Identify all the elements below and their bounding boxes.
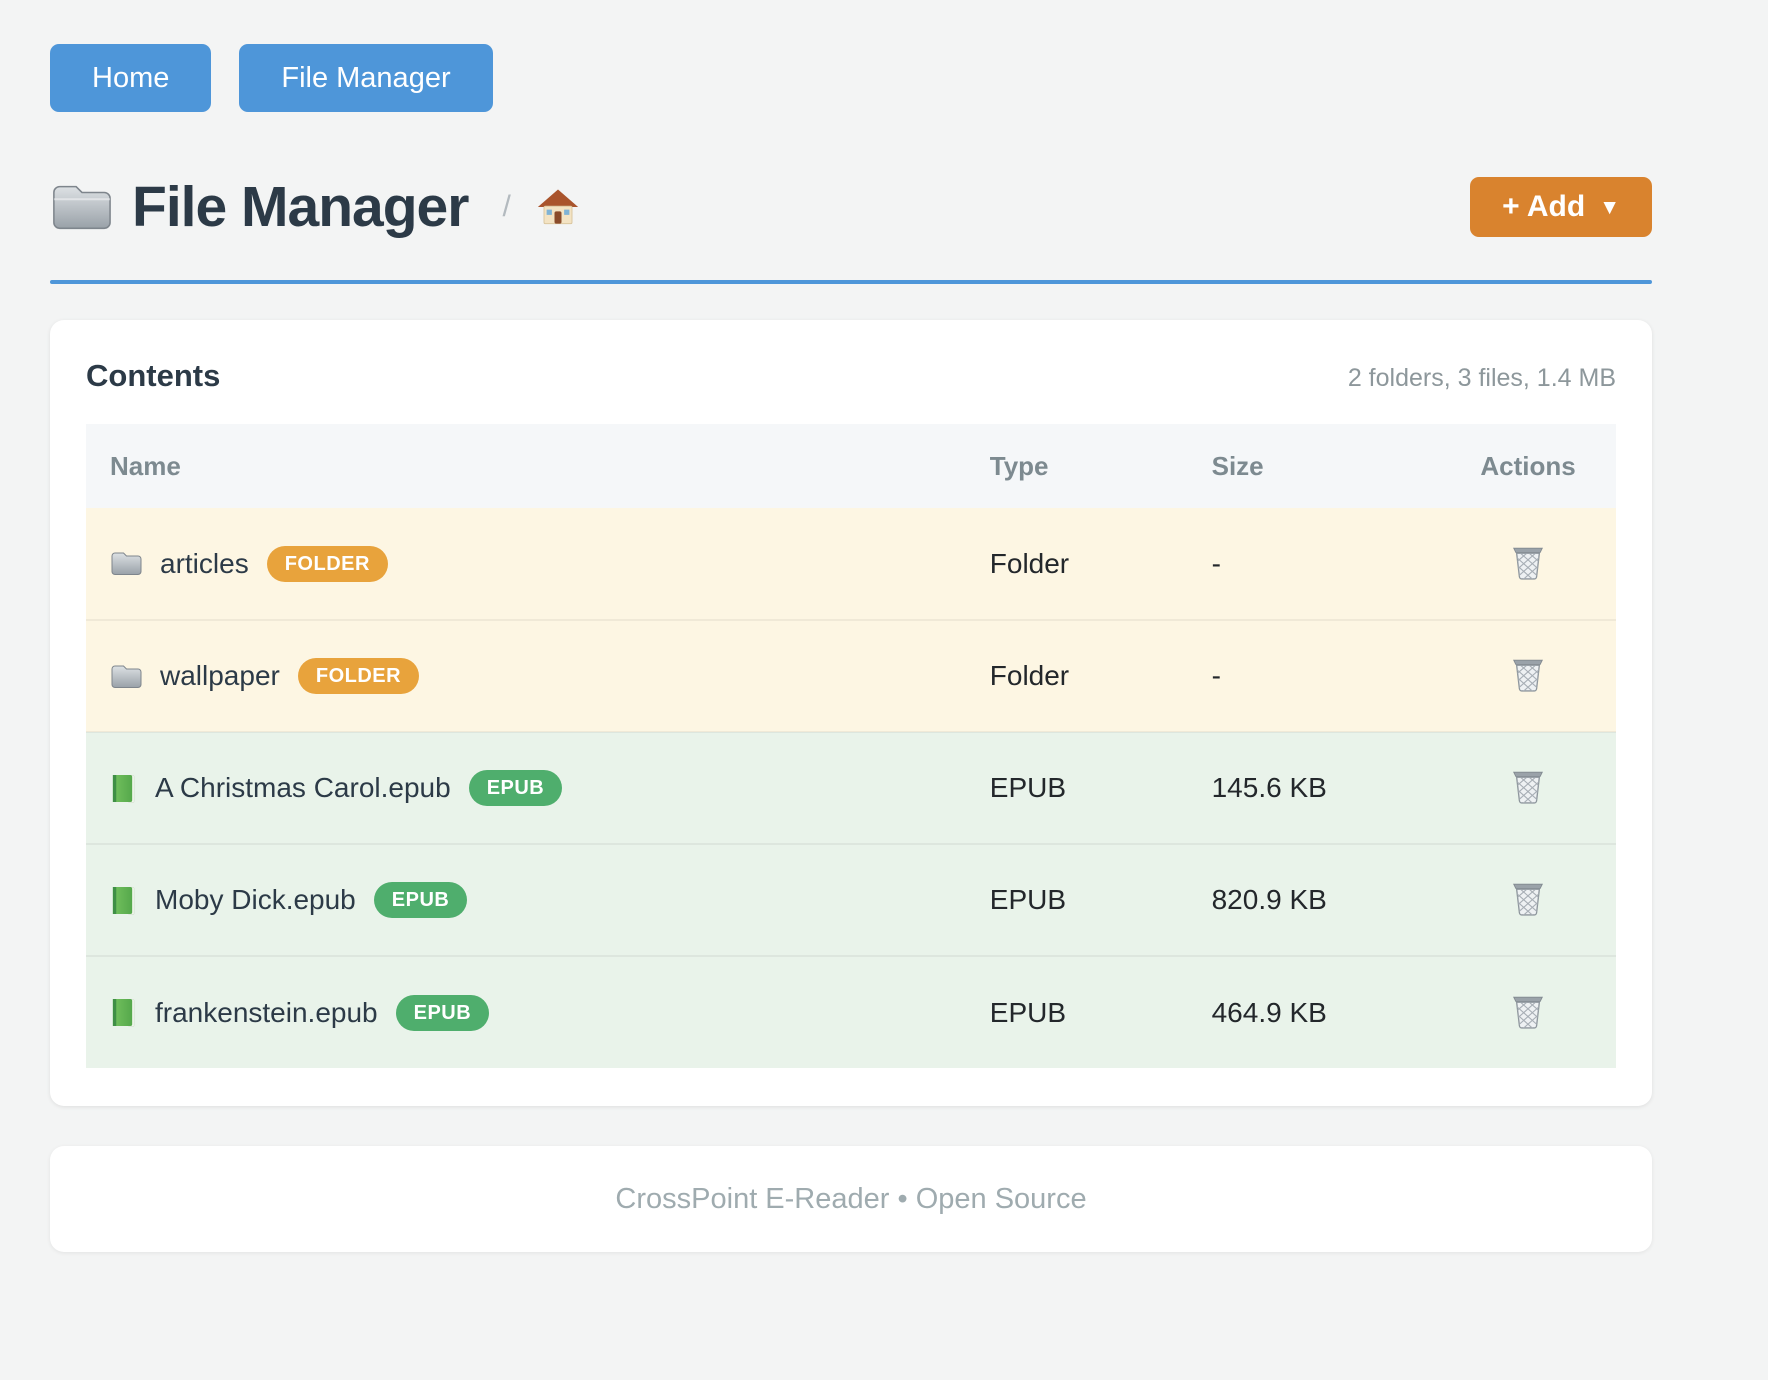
folder-icon [110,550,142,577]
delete-button[interactable] [1507,540,1549,585]
trash-icon [1511,656,1545,693]
item-type: EPUB [966,844,1188,956]
folder-link-articles[interactable]: articles FOLDER [110,546,942,582]
delete-button[interactable] [1507,989,1549,1034]
file-table-header: Name Type Size Actions [86,424,1616,508]
top-nav: Home File Manager [50,0,1652,112]
home-icon[interactable] [537,186,579,228]
table-row-christmas-carol: A Christmas Carol.epub EPUB EPUB 145.6 K… [86,732,1616,844]
table-row-wallpaper: wallpaper FOLDER Folder - [86,620,1616,732]
folder-icon [50,181,112,233]
book-icon [110,885,137,916]
page-title: File Manager [132,174,468,240]
trash-icon [1511,544,1545,581]
delete-button[interactable] [1507,876,1549,921]
book-icon [110,773,137,804]
table-row-articles: articles FOLDER Folder - [86,508,1616,620]
item-size: 464.9 KB [1188,956,1440,1068]
contents-card: Contents 2 folders, 3 files, 1.4 MB Name… [50,320,1652,1106]
page-container: Home File Manager File Manager / [50,0,1652,1252]
item-type: Folder [966,508,1188,620]
column-header-size: Size [1188,424,1440,508]
trash-icon [1511,768,1545,805]
delete-button[interactable] [1507,652,1549,697]
type-badge: FOLDER [267,546,388,582]
type-badge: EPUB [469,770,563,806]
item-name: Moby Dick.epub [155,884,356,916]
item-size: - [1188,508,1440,620]
column-header-name: Name [86,424,966,508]
folder-link-wallpaper[interactable]: wallpaper FOLDER [110,658,942,694]
file-manager-button[interactable]: File Manager [239,44,492,112]
header-divider [50,280,1652,284]
item-size: 820.9 KB [1188,844,1440,956]
item-name: A Christmas Carol.epub [155,772,451,804]
folder-icon [110,663,142,690]
footer: CrossPoint E-Reader • Open Source [50,1146,1652,1252]
item-type: EPUB [966,732,1188,844]
column-header-type: Type [966,424,1188,508]
add-button-label: + Add [1502,190,1585,224]
chevron-down-icon: ▼ [1599,196,1620,220]
contents-card-header: Contents 2 folders, 3 files, 1.4 MB [86,358,1616,394]
item-name: articles [160,548,249,580]
type-badge: EPUB [374,882,468,918]
contents-title: Contents [86,358,220,394]
file-link-moby-dick[interactable]: Moby Dick.epub EPUB [110,882,942,918]
type-badge: FOLDER [298,658,419,694]
title-group: File Manager / [50,174,1470,240]
table-row-frankenstein: frankenstein.epub EPUB EPUB 464.9 KB [86,956,1616,1068]
item-name: wallpaper [160,660,280,692]
page-header: File Manager / + Add ▼ [50,174,1652,240]
file-table: Name Type Size Actions [86,424,1616,1068]
footer-text: CrossPoint E-Reader • Open Source [615,1183,1086,1216]
trash-icon [1511,993,1545,1030]
item-size: 145.6 KB [1188,732,1440,844]
file-link-christmas-carol[interactable]: A Christmas Carol.epub EPUB [110,770,942,806]
delete-button[interactable] [1507,764,1549,809]
item-size: - [1188,620,1440,732]
add-button[interactable]: + Add ▼ [1470,177,1652,237]
breadcrumb-separator: / [502,190,510,224]
column-header-actions: Actions [1440,424,1616,508]
book-icon [110,997,137,1028]
item-name: frankenstein.epub [155,997,378,1029]
item-type: Folder [966,620,1188,732]
trash-icon [1511,880,1545,917]
contents-summary: 2 folders, 3 files, 1.4 MB [1348,364,1616,393]
file-link-frankenstein[interactable]: frankenstein.epub EPUB [110,995,942,1031]
type-badge: EPUB [396,995,490,1031]
table-row-moby-dick: Moby Dick.epub EPUB EPUB 820.9 KB [86,844,1616,956]
home-button[interactable]: Home [50,44,211,112]
item-type: EPUB [966,956,1188,1068]
